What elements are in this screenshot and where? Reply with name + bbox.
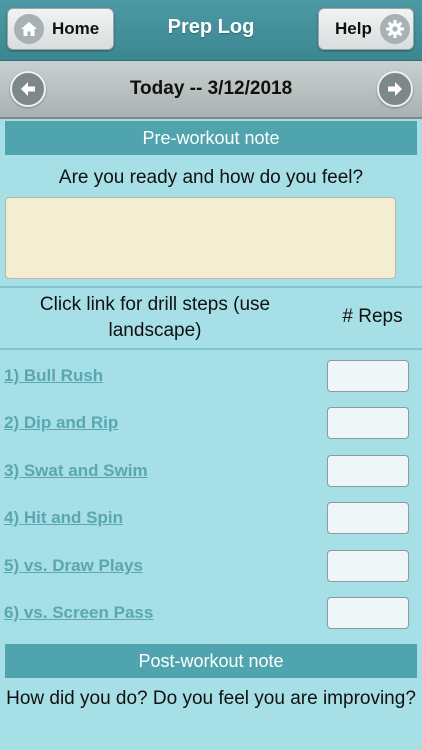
post-workout-prompt: How did you do? Do you feel you are impr…	[6, 688, 416, 709]
app-header: Home Prep Log Help	[0, 0, 422, 61]
reps-input-hit-and-spin[interactable]	[327, 502, 409, 534]
drill-column-title: Click link for drill steps (use landscap…	[39, 294, 271, 341]
drill-link-bull-rush[interactable]: 1) Bull Rush	[4, 366, 103, 386]
drill-link-swat-and-swim[interactable]: 3) Swat and Swim	[4, 461, 148, 481]
drill-link-dip-and-rip[interactable]: 2) Dip and Rip	[4, 413, 118, 433]
arrow-right-icon	[388, 82, 402, 96]
page-title: Prep Log	[167, 16, 255, 38]
help-button[interactable]: Help	[318, 8, 414, 50]
drill-link-hit-and-spin[interactable]: 4) Hit and Spin	[4, 508, 123, 528]
gear-icon	[379, 14, 410, 44]
drill-row: 2) Dip and Rip	[0, 399, 422, 447]
drill-row: 3) Swat and Swim	[0, 447, 422, 495]
drill-row: 5) vs. Draw Plays	[0, 542, 422, 590]
previous-day-button[interactable]	[10, 71, 46, 107]
post-workout-heading: Post-workout note	[5, 644, 417, 678]
home-button[interactable]: Home	[7, 8, 114, 50]
next-day-button[interactable]	[377, 71, 413, 107]
home-button-label: Home	[52, 19, 100, 38]
reps-input-bull-rush[interactable]	[327, 360, 409, 392]
home-icon	[14, 14, 44, 44]
reps-input-vs-screen-pass[interactable]	[327, 597, 409, 629]
drill-link-vs-draw-plays[interactable]: 5) vs. Draw Plays	[4, 556, 143, 576]
pre-workout-heading: Pre-workout note	[5, 121, 417, 155]
date-navigator: Today -- 3/12/2018	[0, 61, 422, 119]
help-button-label: Help	[335, 19, 372, 38]
current-date: Today -- 3/12/2018	[129, 78, 293, 99]
reps-input-vs-draw-plays[interactable]	[327, 550, 409, 582]
reps-input-swat-and-swim[interactable]	[327, 455, 409, 487]
drill-row: 6) vs. Screen Pass	[0, 589, 422, 637]
drill-link-vs-screen-pass[interactable]: 6) vs. Screen Pass	[4, 603, 153, 623]
drill-table-header: Click link for drill steps (use landscap…	[0, 286, 422, 350]
pre-workout-note-input[interactable]	[5, 197, 396, 279]
drill-row: 1) Bull Rush	[0, 352, 422, 400]
reps-column-title: # Reps	[342, 306, 403, 327]
reps-input-dip-and-rip[interactable]	[327, 407, 409, 439]
pre-workout-prompt: Are you ready and how do you feel?	[58, 167, 364, 188]
drill-row: 4) Hit and Spin	[0, 494, 422, 542]
arrow-left-icon	[21, 82, 35, 96]
